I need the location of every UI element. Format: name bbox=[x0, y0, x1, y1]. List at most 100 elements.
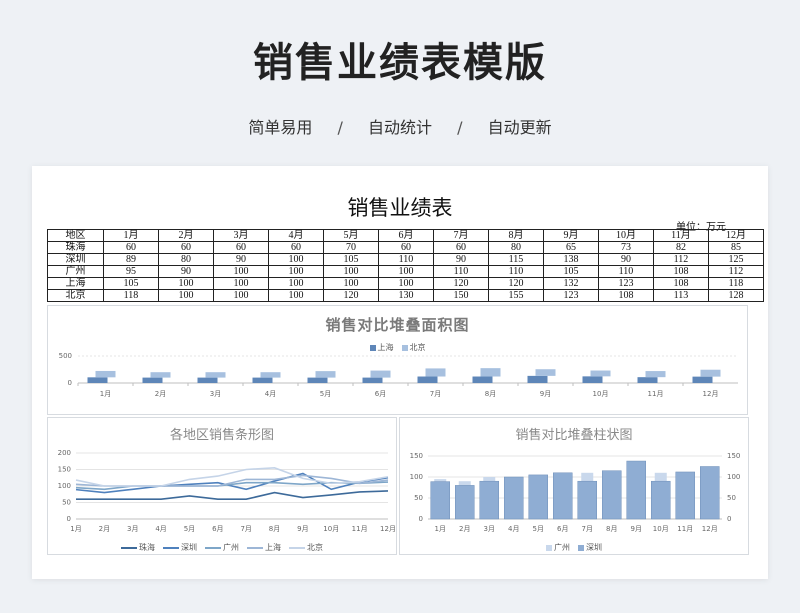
legend-label: 广州 bbox=[554, 543, 570, 552]
region-cell: 珠海 bbox=[47, 241, 104, 254]
y-tick-label: 200 bbox=[58, 449, 71, 457]
column-bar-shenzhen bbox=[626, 460, 646, 520]
y-tick-label: 0 bbox=[419, 515, 423, 523]
table-body: 珠海 60 60 60 60 70 60 60 80 65 73 82 85 深圳 89 80 90 100 105… bbox=[47, 241, 764, 302]
sales-value-cell: 108 bbox=[598, 289, 654, 302]
table-row: 广州 95 90 100 100 100 100 110 110 105 110 108 112 bbox=[47, 265, 764, 278]
tagline-separator: / bbox=[337, 118, 343, 137]
sales-value-cell: 60 bbox=[103, 241, 159, 254]
stacked-area-chart-panel: 0 500 1月 2月 3月 4月 5月 6月 7月 8月 9月 10月 11月 12月 销售对比堆叠面积… bbox=[47, 305, 748, 415]
table-row: 上海 105 100 100 100 100 100 120 120 132 123 108 118 bbox=[47, 277, 764, 290]
sales-value-cell: 150 bbox=[433, 289, 489, 302]
sales-value-cell: 113 bbox=[653, 289, 709, 302]
column-bar-shenzhen bbox=[528, 474, 548, 520]
sales-value-cell: 100 bbox=[158, 277, 214, 290]
area-segment-beijing bbox=[95, 370, 116, 378]
sales-value-cell: 105 bbox=[103, 277, 159, 290]
sales-value-cell: 100 bbox=[268, 265, 324, 278]
table-row: 深圳 89 80 90 100 105 110 90 115 138 90 112 125 bbox=[47, 253, 764, 266]
area-segment-beijing bbox=[425, 368, 446, 377]
sales-value-cell: 110 bbox=[433, 265, 489, 278]
x-tick-label: 3月 bbox=[484, 525, 495, 533]
x-tick-label: 8月 bbox=[485, 390, 496, 398]
x-tick-label: 10月 bbox=[323, 525, 339, 533]
area-segment-beijing bbox=[150, 372, 171, 378]
area-segment-beijing bbox=[480, 368, 501, 377]
column-header-month: 12月 bbox=[708, 229, 764, 242]
sales-value-cell: 90 bbox=[598, 253, 654, 266]
sales-value-cell: 138 bbox=[543, 253, 599, 266]
area-segment-beijing bbox=[535, 369, 556, 376]
area-segment-shanghai bbox=[87, 377, 108, 383]
region-cell: 北京 bbox=[47, 289, 104, 302]
y-tick-label: 150 bbox=[58, 466, 71, 474]
region-cell: 深圳 bbox=[47, 253, 104, 266]
sales-value-cell: 100 bbox=[158, 289, 214, 302]
x-tick-label: 12月 bbox=[702, 525, 718, 533]
x-tick-label: 5月 bbox=[184, 525, 195, 533]
sales-value-cell: 120 bbox=[323, 289, 379, 302]
sales-value-cell: 90 bbox=[158, 265, 214, 278]
sales-value-cell: 110 bbox=[378, 253, 434, 266]
legend-item: 北京 bbox=[401, 342, 426, 353]
x-tick-label: 1月 bbox=[70, 525, 81, 533]
area-segment-beijing bbox=[205, 372, 226, 378]
x-tick-label: 12月 bbox=[380, 525, 396, 533]
sales-value-cell: 100 bbox=[268, 289, 324, 302]
tagline-item-auto-update: 自动更新 bbox=[487, 118, 552, 137]
column-header-month: 1月 bbox=[103, 229, 159, 242]
region-cell: 广州 bbox=[47, 265, 104, 278]
x-tick-label: 11月 bbox=[648, 390, 664, 398]
sales-value-cell: 100 bbox=[323, 265, 379, 278]
sales-value-cell: 112 bbox=[653, 253, 709, 266]
line-chart-panel: 0 50 100 150 200 1月 2月 3月 4月 5月 6月 7月 8月 9月 10月 11月 12月 … bbox=[47, 417, 397, 555]
area-segment-shanghai bbox=[582, 376, 603, 383]
sales-value-cell: 110 bbox=[598, 265, 654, 278]
x-tick-label: 12月 bbox=[703, 390, 719, 398]
legend-swatch bbox=[163, 546, 179, 549]
area-segment-beijing bbox=[370, 370, 391, 378]
y-tick-label: 100 bbox=[58, 482, 71, 490]
column-bar-shenzhen bbox=[430, 481, 450, 520]
sales-value-cell: 118 bbox=[708, 277, 764, 290]
column-header-month: 5月 bbox=[323, 229, 379, 242]
sales-value-cell: 60 bbox=[268, 241, 324, 254]
sales-value-cell: 100 bbox=[378, 265, 434, 278]
column-bar-shenzhen bbox=[700, 466, 720, 520]
column-bar-shenzhen bbox=[455, 485, 475, 520]
line-chart-title: 各地区销售条形图 bbox=[169, 428, 274, 443]
legend-swatch bbox=[247, 546, 263, 549]
sales-value-cell: 80 bbox=[488, 241, 544, 254]
legend-item: 上海 bbox=[247, 542, 281, 553]
column-header-month: 2月 bbox=[158, 229, 214, 242]
spreadsheet-preview: 销售业绩表 单位：万元 地区 1月 2月 3月 4月 5月 6月 7月 8月 9月 10月 11月 12… bbox=[32, 166, 768, 579]
sales-value-cell: 120 bbox=[488, 277, 544, 290]
column-header-month: 11月 bbox=[653, 229, 709, 242]
column-header-month: 10月 bbox=[598, 229, 654, 242]
x-tick-label: 6月 bbox=[375, 390, 386, 398]
y-tick-label: 150 bbox=[410, 452, 423, 460]
legend-swatch bbox=[289, 546, 305, 549]
sales-value-cell: 112 bbox=[708, 265, 764, 278]
x-tick-label: 11月 bbox=[352, 525, 368, 533]
x-tick-label: 9月 bbox=[540, 390, 551, 398]
legend-item: 北京 bbox=[289, 542, 323, 553]
area-segment-shanghai bbox=[417, 376, 438, 383]
column-bar-shenzhen bbox=[577, 480, 597, 520]
sales-value-cell: 100 bbox=[268, 277, 324, 290]
x-tick-label: 7月 bbox=[240, 525, 251, 533]
x-tick-label: 2月 bbox=[155, 390, 166, 398]
x-tick-label: 4月 bbox=[265, 390, 276, 398]
area-segment-shanghai bbox=[252, 377, 273, 383]
y2-tick-label: 0 bbox=[727, 515, 731, 523]
sales-value-cell: 82 bbox=[653, 241, 709, 254]
legend-item: 深圳 bbox=[163, 542, 197, 553]
sales-value-cell: 100 bbox=[378, 277, 434, 290]
column-bar-shenzhen bbox=[602, 470, 622, 520]
y-tick-label: 50 bbox=[62, 499, 71, 507]
sales-value-cell: 60 bbox=[213, 241, 269, 254]
table-row: 珠海 60 60 60 60 70 60 60 80 65 73 82 85 bbox=[47, 241, 764, 254]
sales-value-cell: 60 bbox=[433, 241, 489, 254]
sales-value-cell: 155 bbox=[488, 289, 544, 302]
sales-value-cell: 115 bbox=[488, 253, 544, 266]
